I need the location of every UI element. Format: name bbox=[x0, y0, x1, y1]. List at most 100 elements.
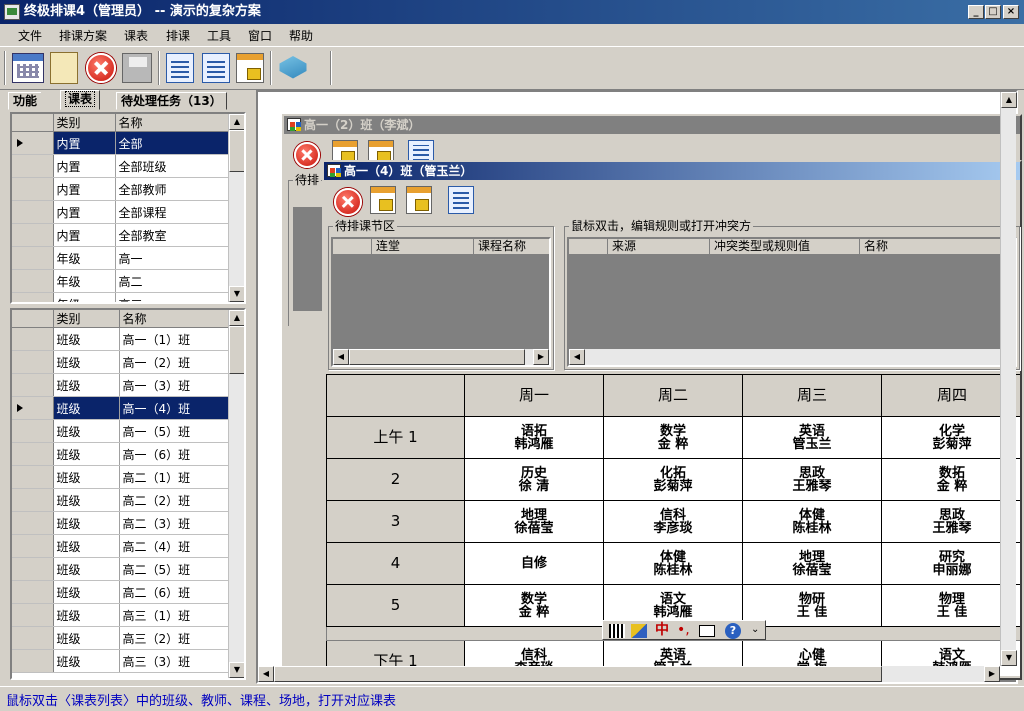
table-row[interactable]: 班级 高二（3）班 bbox=[12, 511, 229, 535]
col-header-name[interactable]: 名称 bbox=[859, 239, 1015, 255]
col-header-source[interactable]: 来源 bbox=[607, 239, 707, 255]
lesson-cell[interactable]: 自修 bbox=[464, 542, 604, 585]
front-schedule-window[interactable]: 高一（4）班（管玉兰） 待排课节区 连堂 课程名称 ◀ ▶ 鼠标双击，编辑规则或… bbox=[322, 160, 1022, 680]
scroll-down-icon[interactable]: ▼ bbox=[1001, 650, 1017, 666]
ime-switch-icon[interactable] bbox=[631, 624, 647, 638]
back-pending-list[interactable] bbox=[293, 191, 323, 311]
scroll-up-icon[interactable]: ▲ bbox=[1001, 92, 1017, 108]
table-row[interactable]: 班级 高一（4）班 bbox=[12, 396, 229, 420]
help-icon[interactable]: ? bbox=[725, 623, 741, 639]
col-header-course[interactable]: 课程名称 bbox=[473, 239, 549, 255]
table-row[interactable]: 内置 全部教室 bbox=[12, 223, 229, 247]
scroll-down-icon[interactable]: ▼ bbox=[229, 286, 244, 302]
lesson-cell[interactable]: 化拓 彭菊萍 bbox=[603, 458, 743, 501]
ime-punct[interactable]: •, bbox=[677, 622, 690, 638]
list-import-icon[interactable] bbox=[202, 53, 230, 83]
scroll-thumb[interactable] bbox=[229, 130, 244, 172]
save-icon[interactable] bbox=[122, 53, 152, 83]
front-window-titlebar[interactable]: 高一（4）班（管玉兰） bbox=[324, 162, 1020, 180]
scroll-up-icon[interactable]: ▲ bbox=[229, 310, 244, 326]
table-row[interactable]: 班级 高二（5）班 bbox=[12, 557, 229, 581]
menu-window[interactable]: 窗口 bbox=[248, 27, 272, 44]
scroll-up-icon[interactable]: ▲ bbox=[229, 114, 244, 130]
softkeyboard-icon[interactable] bbox=[699, 625, 715, 637]
scroll-left-icon[interactable]: ◀ bbox=[569, 349, 585, 365]
lesson-cell[interactable]: 体健 陈桂林 bbox=[742, 500, 882, 543]
mdi-vscroll[interactable]: ▲ ▼ bbox=[1000, 92, 1017, 666]
table-row[interactable]: 班级 高二（4）班 bbox=[12, 534, 229, 558]
back-window-titlebar[interactable]: 高一（2）班（李斌） bbox=[284, 116, 1020, 134]
col-header-conflict-type[interactable]: 冲突类型或规则值 bbox=[709, 239, 857, 255]
maximize-button[interactable]: □ bbox=[985, 5, 1001, 19]
table-row[interactable]: 内置 全部课程 bbox=[12, 200, 229, 224]
col-header-category[interactable]: 类别 bbox=[53, 310, 120, 328]
lock-icon[interactable] bbox=[236, 53, 264, 83]
conflict-hscroll[interactable]: ◀ bbox=[569, 349, 1015, 365]
col-header-name[interactable]: 名称 bbox=[119, 310, 229, 328]
table-row[interactable]: 班级 高一（3）班 bbox=[12, 373, 229, 397]
keyboard-icon[interactable] bbox=[609, 624, 625, 638]
delete-icon[interactable] bbox=[86, 53, 116, 83]
col-header-category[interactable]: 类别 bbox=[53, 114, 116, 132]
lesson-cell[interactable]: 信科李彦琰 bbox=[603, 500, 743, 543]
ime-menu-icon[interactable]: ⌄ bbox=[751, 622, 761, 638]
delete-icon[interactable] bbox=[334, 188, 362, 216]
lesson-cell[interactable]: 地理 徐蓓莹 bbox=[464, 500, 604, 543]
scroll-right-icon[interactable]: ▶ bbox=[533, 349, 549, 365]
table-row[interactable]: 内置 全部班级 bbox=[12, 154, 229, 178]
tab-function[interactable]: 功能 bbox=[8, 92, 42, 110]
close-button[interactable]: × bbox=[1003, 5, 1019, 19]
scroll-thumb[interactable] bbox=[349, 349, 525, 365]
mdi-hscroll[interactable]: ◀ ▶ bbox=[258, 666, 1000, 682]
lesson-cell[interactable]: 体健 陈桂林 bbox=[603, 542, 743, 585]
bottom-grid-scrollbar[interactable]: ▲ ▼ bbox=[228, 310, 244, 678]
lesson-cell[interactable]: 地理 徐蓓莹 bbox=[742, 542, 882, 585]
calendar-icon[interactable] bbox=[12, 53, 44, 83]
conflict-list[interactable]: 来源 冲突类型或规则值 名称 ◀ bbox=[567, 237, 1017, 367]
minimize-button[interactable]: _ bbox=[968, 5, 984, 19]
table-row[interactable]: 年级 高一 bbox=[12, 246, 229, 270]
table-row[interactable]: 班级 高三（1）班 bbox=[12, 603, 229, 627]
lesson-cell[interactable]: 历史徐 清 bbox=[464, 458, 604, 501]
menu-file[interactable]: 文件 bbox=[18, 27, 42, 44]
menu-plan[interactable]: 排课方案 bbox=[59, 27, 107, 44]
lesson-cell[interactable]: 数学金 粹 bbox=[464, 584, 604, 627]
top-grid-scrollbar[interactable]: ▲ ▼ bbox=[228, 114, 244, 302]
scroll-thumb[interactable] bbox=[229, 326, 244, 374]
tab-pending[interactable]: 待处理任务（13） bbox=[116, 92, 227, 110]
scroll-right-icon[interactable]: ▶ bbox=[984, 666, 1000, 682]
table-row[interactable]: 班级 高一（1）班 bbox=[12, 327, 229, 351]
pending-list[interactable]: 连堂 课程名称 ◀ ▶ bbox=[331, 237, 551, 367]
table-row[interactable]: 班级 高三（2）班 bbox=[12, 626, 229, 650]
table-row[interactable]: 班级 高二（1）班 bbox=[12, 465, 229, 489]
scroll-down-icon[interactable]: ▼ bbox=[229, 662, 244, 678]
table-row[interactable]: 班级 高二（2）班 bbox=[12, 488, 229, 512]
menu-tools[interactable]: 工具 bbox=[207, 27, 231, 44]
menu-help[interactable]: 帮助 bbox=[289, 27, 313, 44]
pending-hscroll[interactable]: ◀ ▶ bbox=[333, 349, 549, 365]
lesson-cell[interactable]: 英语管玉兰 bbox=[742, 416, 882, 459]
table-row[interactable]: 年级 高二 bbox=[12, 269, 229, 293]
scroll-left-icon[interactable]: ◀ bbox=[258, 666, 274, 682]
col-header-name[interactable]: 名称 bbox=[115, 114, 229, 132]
table-row[interactable]: 班级 高一（5）班 bbox=[12, 419, 229, 443]
table-row[interactable]: 班级 高三（3）班 bbox=[12, 649, 229, 673]
ime-toolbar[interactable]: 中 •, ? ⌄ bbox=[602, 620, 766, 640]
unlock-icon[interactable] bbox=[406, 186, 432, 214]
list-icon[interactable] bbox=[448, 186, 474, 214]
lesson-cell[interactable]: 语拓 韩鸿雁 bbox=[464, 416, 604, 459]
table-row[interactable]: 内置 全部教师 bbox=[12, 177, 229, 201]
lesson-cell[interactable]: 数学金 粹 bbox=[603, 416, 743, 459]
table-row[interactable]: 年级高三 bbox=[12, 292, 229, 302]
lesson-cell[interactable]: 思政 王雅琴 bbox=[742, 458, 882, 501]
document-icon[interactable] bbox=[50, 52, 78, 84]
scroll-left-icon[interactable]: ◀ bbox=[333, 349, 349, 365]
table-row[interactable]: 班级 高一（6）班 bbox=[12, 442, 229, 466]
table-row[interactable]: 班级 高二（6）班 bbox=[12, 580, 229, 604]
layers-icon[interactable] bbox=[279, 56, 307, 79]
table-row[interactable]: 班级 高一（2）班 bbox=[12, 350, 229, 374]
delete-icon[interactable] bbox=[294, 142, 320, 168]
ime-mode[interactable]: 中 bbox=[655, 622, 669, 638]
menu-schedule[interactable]: 课表 bbox=[124, 27, 148, 44]
list-export-icon[interactable] bbox=[166, 53, 194, 83]
